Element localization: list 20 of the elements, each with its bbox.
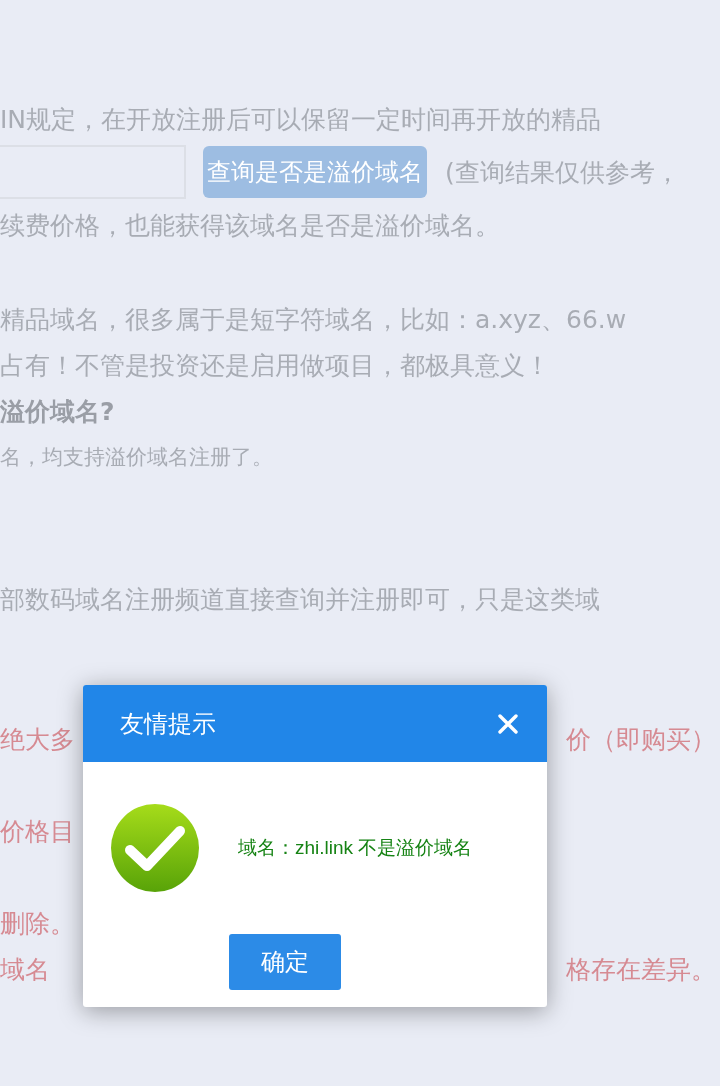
notice-text: 域名 <box>0 953 50 986</box>
paragraph-text: 精品域名，很多属于是短字符域名，比如：a.xyz、66.w <box>0 303 627 336</box>
success-check-icon <box>110 803 200 893</box>
paragraph-text: 名，均支持溢价域名注册了。 <box>0 444 273 471</box>
notice-text: 删除。 <box>0 907 75 940</box>
close-icon[interactable] <box>497 712 519 735</box>
confirm-button[interactable]: 确定 <box>229 934 341 990</box>
notice-text: 价（即购买） <box>566 723 716 756</box>
paragraph-text: 续费价格，也能获得该域名是否是溢价域名。 <box>0 209 500 242</box>
notice-text: 格存在差异。 <box>566 953 716 986</box>
paragraph-text: IN规定，在开放注册后可以保留一定时间再开放的精品 <box>0 103 602 136</box>
notice-text: 价格目 <box>0 815 75 848</box>
section-heading: 溢价域名? <box>0 395 115 428</box>
result-message: 域名：zhi.link 不是溢价域名 <box>238 836 473 860</box>
dialog-title: 友情提示 <box>120 708 216 740</box>
check-premium-button[interactable]: 查询是否是溢价域名 <box>203 146 427 198</box>
note-text: (查询结果仅供参考， <box>445 156 680 189</box>
paragraph-text: 部数码域名注册频道直接查询并注册即可，只是这类域 <box>0 583 600 616</box>
notice-text: 绝大多 <box>0 723 75 756</box>
paragraph-text: 占有！不管是投资还是启用做项目，都极具意义！ <box>0 349 550 382</box>
